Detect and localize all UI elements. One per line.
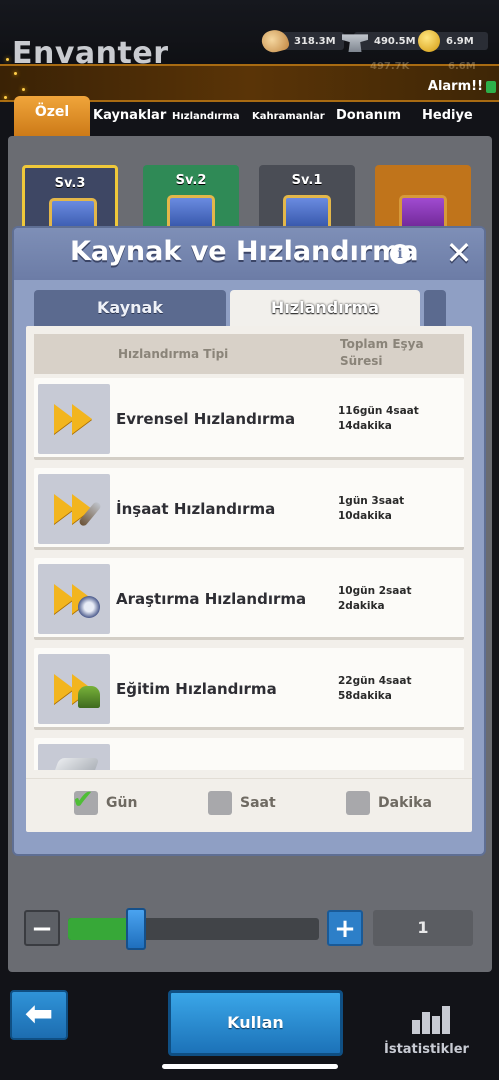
tab-extra[interactable] bbox=[424, 290, 446, 326]
sparkle-icon bbox=[14, 72, 17, 75]
row-duration: 10gün 2saat 2dakika bbox=[338, 584, 458, 614]
fast-forward-icon bbox=[54, 404, 94, 434]
tab-gifts[interactable]: Hediye bbox=[422, 108, 473, 123]
sparkle-icon bbox=[4, 96, 7, 99]
tab-resources[interactable]: Kaynaklar bbox=[93, 108, 166, 123]
screen: Envanter 318.3M 490.5M 6.9M 497.7K 6.6M … bbox=[0, 0, 499, 1080]
banner-ghost-value: 497.7K bbox=[370, 61, 410, 72]
filter-label: Dakika bbox=[378, 795, 432, 811]
sparkle-icon bbox=[6, 58, 9, 61]
quantity-slider[interactable] bbox=[68, 918, 319, 940]
filter-label: Saat bbox=[240, 795, 276, 811]
check-icon: ✔ bbox=[72, 785, 94, 815]
use-button[interactable]: Kullan bbox=[168, 990, 343, 1056]
filter-hours[interactable]: Saat bbox=[208, 791, 276, 815]
coin-icon bbox=[418, 30, 440, 52]
stats-icon[interactable] bbox=[412, 1002, 450, 1034]
filter-label: Gün bbox=[106, 795, 138, 811]
quantity-slider-row: − + 1 bbox=[24, 908, 474, 950]
speedup-content: Hızlandırma Tipi Toplam Eşya Süresi Evre… bbox=[26, 326, 472, 832]
row-duration-line2: 10dakika bbox=[338, 510, 392, 522]
gold-resource[interactable]: 6.9M bbox=[418, 30, 488, 52]
row-duration-line2: 14dakika bbox=[338, 420, 392, 432]
filter-days[interactable]: ✔ Gün bbox=[72, 785, 138, 815]
list-item[interactable]: İnşaat Hızlandırma 1gün 3saat 10dakika bbox=[34, 468, 464, 550]
slot-level-label: Sv.2 bbox=[175, 173, 207, 188]
food-resource[interactable]: 318.3M bbox=[259, 27, 344, 55]
speedup-modal: Kaynak ve Hızlandırma i ✕ Kaynak Hızland… bbox=[14, 228, 484, 854]
time-unit-filters: ✔ Gün Saat Dakika bbox=[26, 778, 472, 824]
slot-level-label: Sv.3 bbox=[54, 176, 86, 191]
iron-resource[interactable]: 490.5M bbox=[342, 30, 424, 52]
home-indicator[interactable] bbox=[162, 1064, 338, 1069]
list-item[interactable]: Araştırma Hızlandırma 10gün 2saat 2dakik… bbox=[34, 558, 464, 640]
list-item[interactable] bbox=[34, 738, 464, 770]
research-icon bbox=[78, 596, 100, 618]
tab-speedup[interactable]: Hızlandırma bbox=[230, 290, 420, 326]
row-name: Evrensel Hızlandırma bbox=[116, 410, 296, 428]
row-icon-box bbox=[38, 384, 110, 454]
row-name: İnşaat Hızlandırma bbox=[116, 500, 276, 518]
tab-special[interactable]: Özel bbox=[14, 96, 90, 140]
iron-bars-icon bbox=[48, 758, 100, 770]
checkbox[interactable]: ✔ bbox=[72, 785, 98, 815]
info-icon[interactable]: i bbox=[390, 244, 410, 264]
list-item[interactable]: Evrensel Hızlandırma 116gün 4saat 14daki… bbox=[34, 378, 464, 460]
row-duration-line1: 116gün 4saat bbox=[338, 405, 419, 417]
row-duration-line1: 22gün 4saat bbox=[338, 675, 412, 687]
column-header-total-line2: Süresi bbox=[340, 354, 383, 368]
list-item[interactable]: Eğitim Hızlandırma 22gün 4saat 58dakika bbox=[34, 648, 464, 730]
banner-ghost-value: 6.6M bbox=[448, 61, 476, 72]
tab-resource[interactable]: Kaynak bbox=[34, 290, 226, 326]
row-icon-box bbox=[38, 474, 110, 544]
modal-title: Kaynak ve Hızlandırma bbox=[70, 236, 419, 267]
table-header: Hızlandırma Tipi Toplam Eşya Süresi bbox=[34, 334, 464, 374]
checkbox[interactable] bbox=[346, 791, 370, 815]
inventory-tabs: Özel Kaynaklar Hızlandırma Kahramanlar D… bbox=[0, 96, 499, 140]
quantity-field[interactable]: 1 bbox=[373, 910, 473, 946]
back-button[interactable]: ⬅ bbox=[10, 990, 68, 1040]
filter-minutes[interactable]: Dakika bbox=[346, 791, 432, 815]
row-icon-box bbox=[38, 654, 110, 724]
sparkle-icon bbox=[22, 88, 25, 91]
column-header-total: Toplam Eşya bbox=[340, 337, 424, 351]
alarm-label[interactable]: Alarm!! bbox=[428, 79, 483, 94]
tab-equipment[interactable]: Donanım bbox=[336, 108, 401, 123]
row-duration-line1: 1gün 3saat bbox=[338, 495, 405, 507]
row-icon-box bbox=[38, 564, 110, 634]
slot-level-label: Sv.1 bbox=[291, 173, 323, 188]
row-duration-line2: 2dakika bbox=[338, 600, 385, 612]
row-icon-box bbox=[38, 744, 110, 770]
checkbox[interactable] bbox=[208, 791, 232, 815]
slider-handle[interactable] bbox=[125, 908, 146, 950]
row-duration: 116gün 4saat 14dakika bbox=[338, 404, 458, 434]
column-header-type: Hızlandırma Tipi bbox=[118, 347, 229, 361]
alarm-icon bbox=[486, 81, 496, 93]
speedup-list[interactable]: Evrensel Hızlandırma 116gün 4saat 14daki… bbox=[34, 378, 466, 770]
tab-speedups[interactable]: Hızlandırma bbox=[172, 111, 240, 122]
training-icon bbox=[78, 686, 100, 708]
decrease-button[interactable]: − bbox=[24, 910, 60, 946]
row-name: Eğitim Hızlandırma bbox=[116, 680, 277, 698]
row-duration: 1gün 3saat 10dakika bbox=[338, 494, 458, 524]
tab-heroes[interactable]: Kahramanlar bbox=[252, 111, 325, 122]
row-duration-line1: 10gün 2saat bbox=[338, 585, 412, 597]
increase-button[interactable]: + bbox=[327, 910, 363, 946]
row-name: Araştırma Hızlandırma bbox=[116, 590, 307, 608]
stats-label[interactable]: İstatistikler bbox=[384, 1042, 469, 1057]
row-duration-line2: 58dakika bbox=[338, 690, 392, 702]
close-icon[interactable]: ✕ bbox=[444, 237, 474, 269]
row-duration: 22gün 4saat 58dakika bbox=[338, 674, 458, 704]
